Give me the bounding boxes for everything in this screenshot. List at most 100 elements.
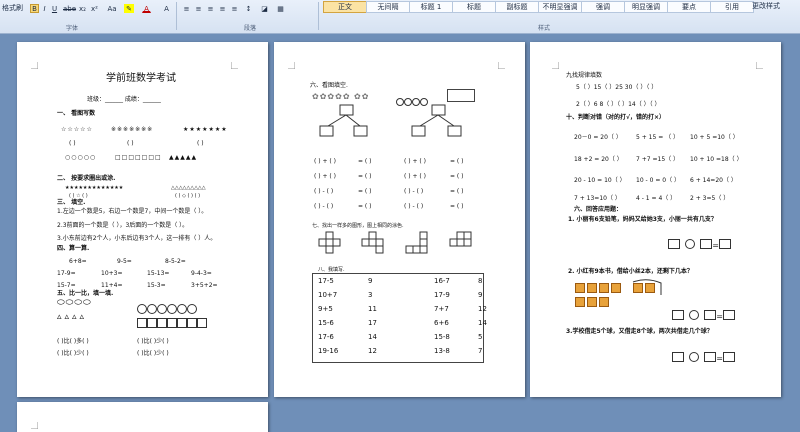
table-cell: 12 bbox=[368, 347, 377, 355]
number-bond-diagram bbox=[319, 104, 462, 137]
question-text: 3.小东前边有2个人，小东后边有3个人，这一排有（ ）人。 bbox=[57, 235, 217, 242]
table-cell: 17-5 bbox=[318, 277, 334, 285]
book-icon bbox=[575, 283, 585, 293]
margin-corner-mark bbox=[231, 62, 238, 69]
change-styles-button[interactable]: 更改样式 bbox=[752, 2, 780, 11]
table-cell: 19-16 bbox=[318, 347, 339, 355]
page-3: 九找规律填数 5（ ）15（ ）25 30（ ）（ ） 2（ ）6 8（ ）（ … bbox=[530, 42, 781, 397]
judge-item: 20－0 = 20（ ） bbox=[574, 134, 622, 141]
italic-button[interactable]: I bbox=[40, 4, 49, 13]
change-case-button[interactable]: Aa bbox=[106, 4, 118, 13]
book-icon bbox=[611, 283, 621, 293]
subscript-button[interactable]: x₂ bbox=[78, 4, 87, 13]
compare-blank: ( )比( )少( ) bbox=[137, 338, 169, 345]
book-icon bbox=[587, 297, 597, 307]
format-painter-button[interactable]: 格式刷 bbox=[2, 4, 23, 13]
style-no-spacing[interactable]: 无间隔 bbox=[366, 1, 410, 13]
borders-icon[interactable]: ▦ bbox=[276, 4, 285, 13]
table-cell: 17-6 bbox=[318, 333, 334, 341]
judge-item: 4 - 1 = 4（ ） bbox=[636, 195, 677, 202]
triangle-shapes: ▵▵▵▵ bbox=[57, 312, 88, 322]
answer-blank: ( ) bbox=[69, 140, 76, 147]
style-title[interactable]: 标题 bbox=[452, 1, 496, 13]
underline-button[interactable]: U bbox=[50, 4, 59, 13]
margin-corner-mark bbox=[31, 62, 38, 69]
judge-item: 10 - 0 = 0（ ） bbox=[636, 177, 680, 184]
fill-result: = ( ) bbox=[358, 203, 372, 210]
book-icon bbox=[599, 283, 609, 293]
table-cell: 11 bbox=[368, 305, 377, 313]
fill-expression: ( ) + ( ) bbox=[404, 158, 427, 165]
section-heading: 六、回答应用题： bbox=[574, 206, 623, 213]
distributed-icon[interactable]: ≡ bbox=[230, 4, 239, 13]
triangle-row: △△△△△△△△△ bbox=[171, 185, 206, 191]
loan-bracket bbox=[632, 279, 662, 295]
fill-result: = ( ) bbox=[450, 158, 464, 165]
judge-item: 5 + 15 = （ ） bbox=[636, 134, 680, 141]
margin-corner-mark bbox=[756, 62, 763, 69]
shading-icon[interactable]: ◪ bbox=[260, 4, 269, 13]
style-quote[interactable]: 引用 bbox=[710, 1, 754, 13]
section-heading: 一、 看图写数 bbox=[57, 110, 96, 117]
table-cell: 15-6 bbox=[318, 319, 334, 327]
answer-equation: = bbox=[668, 233, 731, 252]
strikethrough-button[interactable]: abe bbox=[62, 4, 76, 13]
style-heading1[interactable]: 标题 1 bbox=[409, 1, 453, 13]
compare-blank: ( )比( )少( ) bbox=[57, 350, 89, 357]
book-icon bbox=[599, 297, 609, 307]
fill-expression: ( ) - ( ) bbox=[314, 188, 334, 195]
judge-item: 10 + 10 =18（ ） bbox=[690, 156, 743, 163]
fill-result: = ( ) bbox=[358, 173, 372, 180]
bold-button[interactable]: B bbox=[30, 4, 39, 13]
align-center-icon[interactable]: ≡ bbox=[194, 4, 203, 13]
symbol-row: ☆☆☆☆☆ bbox=[61, 126, 93, 133]
align-right-icon[interactable]: ≡ bbox=[206, 4, 215, 13]
style-strong[interactable]: 要点 bbox=[667, 1, 711, 13]
group-divider bbox=[318, 2, 319, 30]
line-spacing-icon[interactable]: ↕ bbox=[244, 4, 253, 13]
name-line: 班级：______ 成绩：______ bbox=[87, 96, 161, 103]
align-left-icon[interactable]: ≡ bbox=[182, 4, 191, 13]
shape-row: ○○○○○ bbox=[65, 154, 97, 161]
symbol-row: ★★★★★★★ bbox=[183, 126, 228, 133]
word-problem: 2. 小红有9本书，借给小丝2本，还剩下几本？ bbox=[568, 268, 693, 275]
table-cell: 16-7 bbox=[434, 277, 450, 285]
page-2: 六、看图填空. ✿✿✿✿✿ ✿✿ ( ) + ( ) = ( ) ( ) + (… bbox=[274, 42, 525, 397]
style-normal[interactable]: 正文 bbox=[323, 1, 367, 13]
table-cell: 12 bbox=[478, 305, 487, 313]
judge-item: 18 +2 = 20（ ） bbox=[574, 156, 623, 163]
style-subtle-emphasis[interactable]: 不明显强调 bbox=[538, 1, 582, 13]
style-intense-emphasis[interactable]: 明显强调 bbox=[624, 1, 668, 13]
calc-item: 9-4-3= bbox=[191, 270, 212, 277]
styles-group-label: 样式 bbox=[538, 25, 551, 32]
judge-item: 7 +7 =15（ ） bbox=[636, 156, 680, 163]
fill-result: = ( ) bbox=[450, 203, 464, 210]
margin-corner-mark bbox=[288, 62, 295, 69]
character-border-icon[interactable]: A bbox=[162, 4, 171, 13]
flower-icons: ✿✿✿✿✿ ✿✿ bbox=[312, 92, 370, 101]
judge-item: 10 + 5 =10（ ） bbox=[690, 134, 739, 141]
section-heading: 九找规律填数 bbox=[566, 72, 603, 79]
table-cell: 6+6 bbox=[434, 319, 449, 327]
equals-sign: = bbox=[716, 354, 723, 363]
section-heading: 十、判断对错（对的打√，错的打×） bbox=[566, 114, 666, 121]
style-emphasis[interactable]: 强调 bbox=[581, 1, 625, 13]
fill-expression: ( ) - ( ) bbox=[314, 203, 334, 210]
table-cell: 15-8 bbox=[434, 333, 450, 341]
style-subtitle[interactable]: 副标题 bbox=[495, 1, 539, 13]
square-row bbox=[137, 312, 207, 331]
font-color-button[interactable]: A bbox=[142, 4, 151, 13]
fill-expression: ( ) - ( ) bbox=[404, 188, 424, 195]
group-divider bbox=[176, 2, 177, 30]
equals-sign: = bbox=[712, 241, 719, 250]
margin-corner-mark bbox=[552, 62, 559, 69]
superscript-button[interactable]: x² bbox=[90, 4, 99, 13]
word-problem: 3.学校借走5个球，又借走8个球，两次共借走几个球？ bbox=[566, 328, 713, 335]
group-box bbox=[447, 89, 475, 102]
calc-item: 8-5-2= bbox=[165, 258, 186, 265]
margin-corner-mark bbox=[31, 422, 38, 429]
highlight-icon[interactable]: ✎ bbox=[124, 4, 134, 13]
justify-icon[interactable]: ≡ bbox=[218, 4, 227, 13]
table-cell: 7 bbox=[478, 347, 483, 355]
fill-result: = ( ) bbox=[358, 158, 372, 165]
